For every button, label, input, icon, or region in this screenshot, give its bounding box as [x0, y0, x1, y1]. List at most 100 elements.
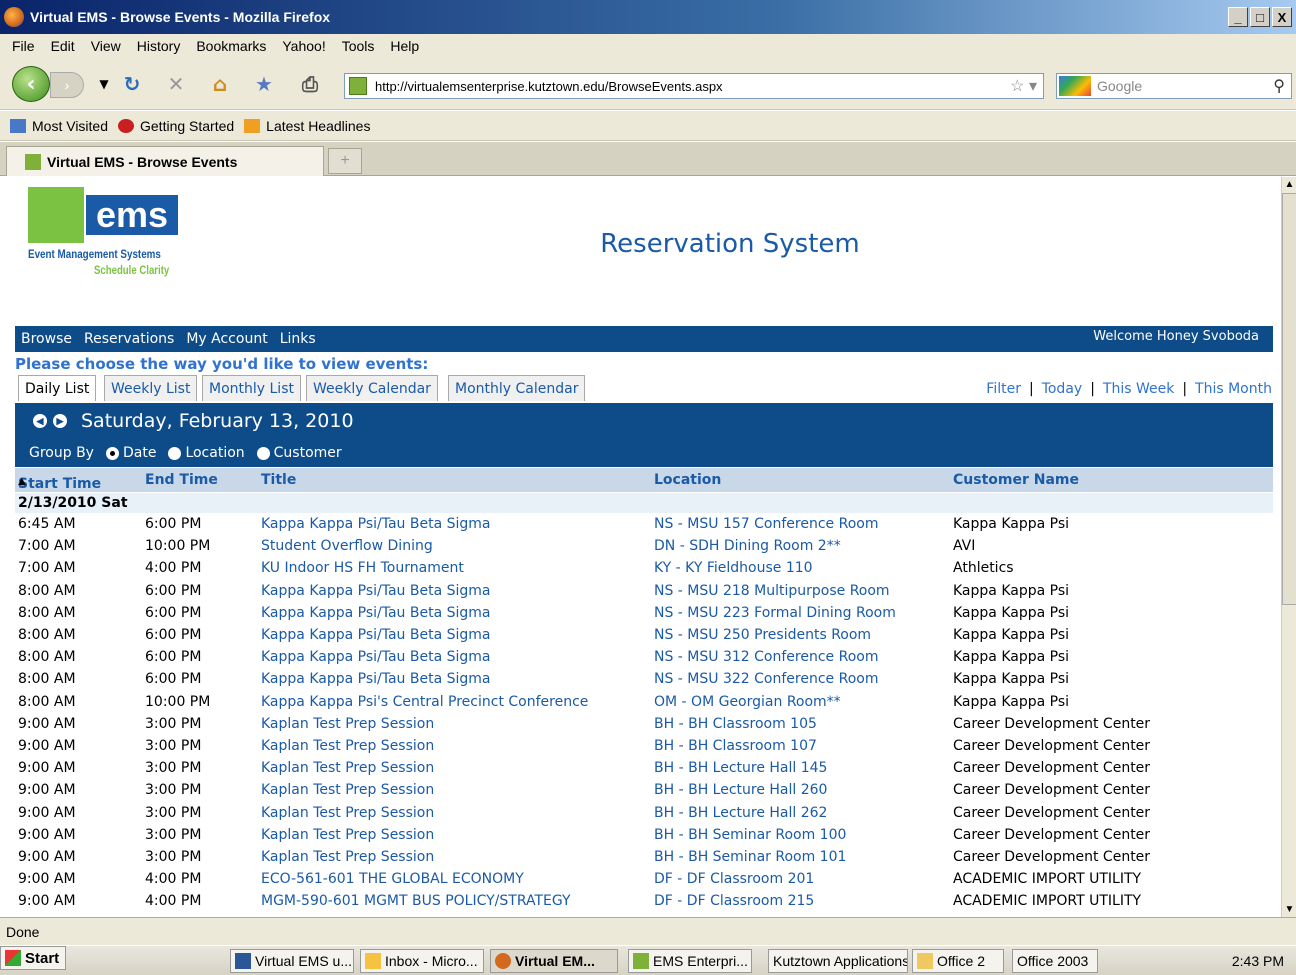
stop-icon[interactable]: ✕ — [162, 70, 190, 98]
link-today[interactable]: Today — [1042, 381, 1083, 397]
tab-monthly-calendar[interactable]: Monthly Calendar — [448, 375, 586, 401]
link-this-week[interactable]: This Week — [1103, 381, 1174, 397]
cell-location[interactable]: NS - MSU 218 Multipurpose Room — [654, 583, 890, 599]
bookmark-getting-started[interactable]: Getting Started — [118, 118, 234, 134]
cell-location[interactable]: NS - MSU 312 Conference Room — [654, 649, 878, 665]
cell-title[interactable]: Kappa Kappa Psi's Central Precinct Confe… — [261, 694, 588, 710]
cell-title[interactable]: Kaplan Test Prep Session — [261, 827, 434, 843]
scroll-thumb[interactable] — [1282, 193, 1296, 605]
menu-view[interactable]: View — [91, 38, 121, 54]
vertical-scrollbar[interactable]: ▲ ▼ — [1281, 177, 1296, 917]
minimize-button[interactable]: _ — [1228, 7, 1248, 27]
radio-date[interactable] — [105, 446, 119, 460]
scroll-up-icon[interactable]: ▲ — [1282, 177, 1296, 192]
radio-location[interactable] — [168, 446, 182, 460]
link-this-month[interactable]: This Month — [1195, 381, 1272, 397]
nav-my-account[interactable]: My Account — [186, 331, 267, 347]
start-button[interactable]: Start — [0, 946, 66, 970]
cell-location[interactable]: DF - DF Classroom 201 — [654, 871, 814, 887]
menu-tools[interactable]: Tools — [342, 38, 375, 54]
cell-title[interactable]: KU Indoor HS FH Tournament — [261, 560, 464, 576]
cell-location[interactable]: BH - BH Classroom 105 — [654, 716, 817, 732]
history-dropdown-icon[interactable]: ▼ — [90, 70, 118, 98]
cell-title[interactable]: Kaplan Test Prep Session — [261, 716, 434, 732]
cell-title[interactable]: Student Overflow Dining — [261, 538, 433, 554]
cell-title[interactable]: Kaplan Test Prep Session — [261, 849, 434, 865]
nav-reservations[interactable]: Reservations — [84, 331, 174, 347]
cell-title[interactable]: MGM-590-601 MGMT BUS POLICY/STRATEGY — [261, 893, 571, 909]
reload-icon[interactable]: ↻ — [118, 70, 146, 98]
menu-help[interactable]: Help — [390, 38, 419, 54]
col-end-time[interactable]: End Time — [145, 472, 218, 488]
menu-yahoo[interactable]: Yahoo! — [282, 38, 325, 54]
bookmark-star-icon[interactable]: ☆ ▾ — [1010, 76, 1037, 96]
cell-location[interactable]: NS - MSU 223 Formal Dining Room — [654, 605, 896, 621]
cell-location[interactable]: BH - BH Lecture Hall 260 — [654, 782, 827, 798]
nav-links[interactable]: Links — [280, 331, 316, 347]
link-filter[interactable]: Filter — [986, 381, 1021, 397]
taskbar-item-office-2003[interactable]: Office 2003 — [1012, 949, 1098, 973]
cell-title[interactable]: Kappa Kappa Psi/Tau Beta Sigma — [261, 671, 490, 687]
cell-location[interactable]: BH - BH Lecture Hall 262 — [654, 805, 827, 821]
tab-virtual-ems[interactable]: Virtual EMS - Browse Events — [6, 146, 324, 176]
menu-history[interactable]: History — [137, 38, 181, 54]
cell-location[interactable]: BH - BH Classroom 107 — [654, 738, 817, 754]
cell-location[interactable]: BH - BH Seminar Room 101 — [654, 849, 846, 865]
new-tab-button[interactable]: + — [328, 148, 362, 174]
menu-bookmarks[interactable]: Bookmarks — [196, 38, 266, 54]
cell-start-time: 7:00 AM — [18, 538, 76, 555]
cell-title[interactable]: Kappa Kappa Psi/Tau Beta Sigma — [261, 627, 490, 643]
search-icon[interactable]: ⚲ — [1273, 76, 1285, 96]
tab-weekly-list[interactable]: Weekly List — [104, 375, 198, 401]
col-customer-name[interactable]: Customer Name — [953, 472, 1079, 488]
cell-location[interactable]: KY - KY Fieldhouse 110 — [654, 560, 813, 576]
cell-location[interactable]: DN - SDH Dining Room 2** — [654, 538, 841, 554]
scroll-down-icon[interactable]: ▼ — [1282, 902, 1296, 917]
cell-title[interactable]: Kaplan Test Prep Session — [261, 805, 434, 821]
forward-button[interactable]: › — [50, 72, 84, 98]
restore-button[interactable]: □ — [1250, 7, 1270, 27]
next-day-icon[interactable]: ▶ — [53, 414, 67, 428]
taskbar-item-virtual-em[interactable]: Virtual EM... — [490, 949, 618, 973]
cell-location[interactable]: NS - MSU 157 Conference Room — [654, 516, 878, 532]
taskbar-item-office-2[interactable]: Office 2 — [912, 949, 1004, 973]
tab-weekly-calendar[interactable]: Weekly Calendar — [306, 375, 438, 401]
cell-title[interactable]: ECO-561-601 THE GLOBAL ECONOMY — [261, 871, 524, 887]
cell-location[interactable]: BH - BH Seminar Room 100 — [654, 827, 846, 843]
previous-day-icon[interactable]: ◀ — [33, 414, 47, 428]
cell-location[interactable]: NS - MSU 250 Presidents Room — [654, 627, 871, 643]
back-button[interactable]: ‹ — [12, 66, 50, 102]
taskbar-item-ems-enterprise[interactable]: EMS Enterpri... — [628, 949, 752, 973]
taskbar-item-kutztown-applications[interactable]: Kutztown Applications — [768, 949, 908, 973]
tab-monthly-list[interactable]: Monthly List — [202, 375, 301, 401]
cell-location[interactable]: OM - OM Georgian Room** — [654, 694, 841, 710]
cell-title[interactable]: Kappa Kappa Psi/Tau Beta Sigma — [261, 649, 490, 665]
radio-customer[interactable] — [256, 446, 270, 460]
cell-title[interactable]: Kaplan Test Prep Session — [261, 738, 434, 754]
taskbar-item-virtual-ems-u[interactable]: Virtual EMS u... — [230, 949, 354, 973]
bookmark-most-visited[interactable]: Most Visited — [10, 118, 108, 134]
address-bar[interactable]: http://virtualemsenterprise.kutztown.edu… — [344, 73, 1044, 99]
col-location[interactable]: Location — [654, 472, 721, 488]
cell-location[interactable]: NS - MSU 322 Conference Room — [654, 671, 878, 687]
home-icon[interactable]: ⌂ — [206, 70, 234, 98]
cell-title[interactable]: Kaplan Test Prep Session — [261, 782, 434, 798]
bookmark-latest-headlines[interactable]: Latest Headlines — [244, 118, 370, 134]
nav-browse[interactable]: Browse — [21, 331, 72, 347]
search-engine-icon[interactable] — [1059, 76, 1091, 96]
cell-location[interactable]: DF - DF Classroom 215 — [654, 893, 814, 909]
col-title[interactable]: Title — [261, 472, 296, 488]
menu-file[interactable]: File — [12, 38, 35, 54]
cell-location[interactable]: BH - BH Lecture Hall 145 — [654, 760, 827, 776]
cell-title[interactable]: Kaplan Test Prep Session — [261, 760, 434, 776]
bookmark-star-icon[interactable]: ★ — [250, 70, 278, 98]
print-icon[interactable]: ⎙ — [296, 70, 324, 98]
close-button[interactable]: X — [1272, 7, 1292, 27]
cell-title[interactable]: Kappa Kappa Psi/Tau Beta Sigma — [261, 605, 490, 621]
cell-title[interactable]: Kappa Kappa Psi/Tau Beta Sigma — [261, 516, 490, 532]
search-box[interactable]: Google ⚲ — [1056, 73, 1292, 99]
menu-edit[interactable]: Edit — [51, 38, 75, 54]
taskbar-item-inbox[interactable]: Inbox - Micro... — [360, 949, 484, 973]
cell-title[interactable]: Kappa Kappa Psi/Tau Beta Sigma — [261, 583, 490, 599]
tab-daily-list[interactable]: Daily List — [18, 375, 97, 401]
